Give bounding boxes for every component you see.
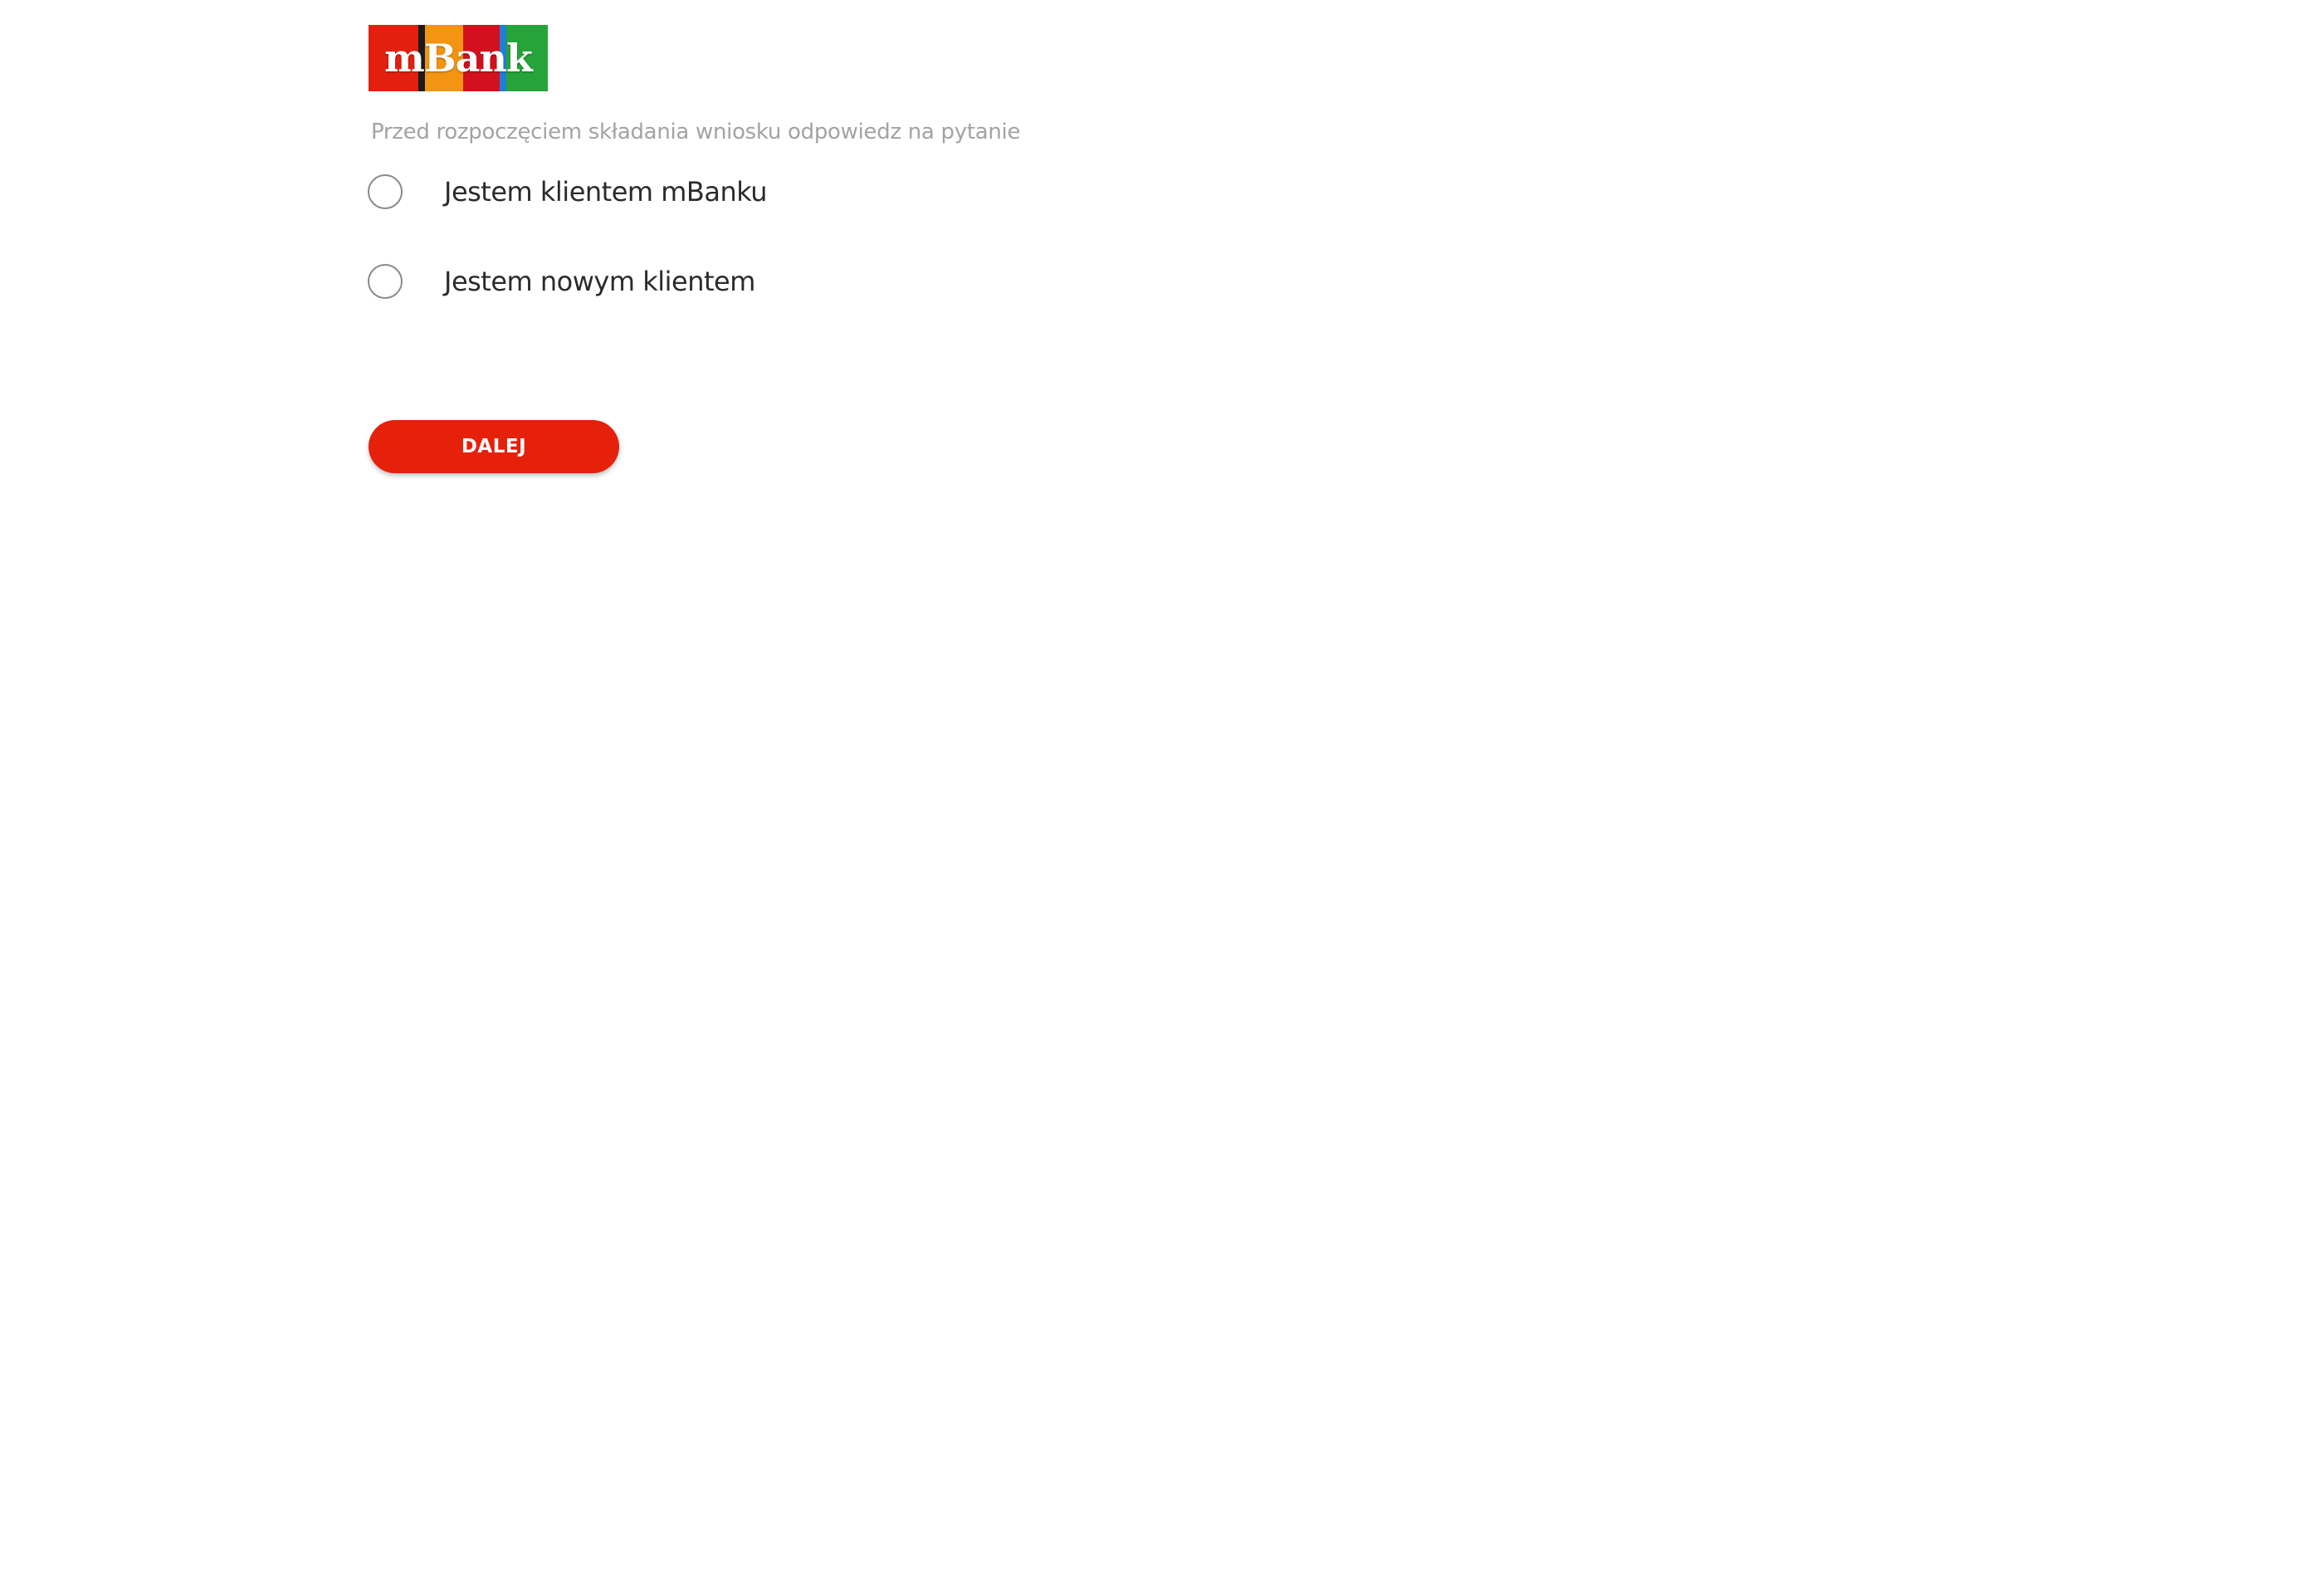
- option-existing-client-label[interactable]: Jestem klientem mBanku: [444, 176, 768, 208]
- next-button[interactable]: DALEJ: [369, 420, 619, 473]
- mbank-logo: mBank: [369, 25, 548, 91]
- option-existing-client[interactable]: Jestem klientem mBanku: [368, 174, 768, 209]
- radio-existing-client[interactable]: [368, 174, 403, 209]
- form-prompt: Przed rozpoczęciem składania wniosku odp…: [371, 120, 1021, 144]
- option-new-client[interactable]: Jestem nowym klientem: [368, 264, 755, 299]
- radio-new-client[interactable]: [368, 264, 403, 299]
- logo-text: mBank: [384, 36, 533, 81]
- option-new-client-label[interactable]: Jestem nowym klientem: [444, 266, 755, 297]
- page: mBank Przed rozpoczęciem składania wnios…: [0, 0, 2324, 1574]
